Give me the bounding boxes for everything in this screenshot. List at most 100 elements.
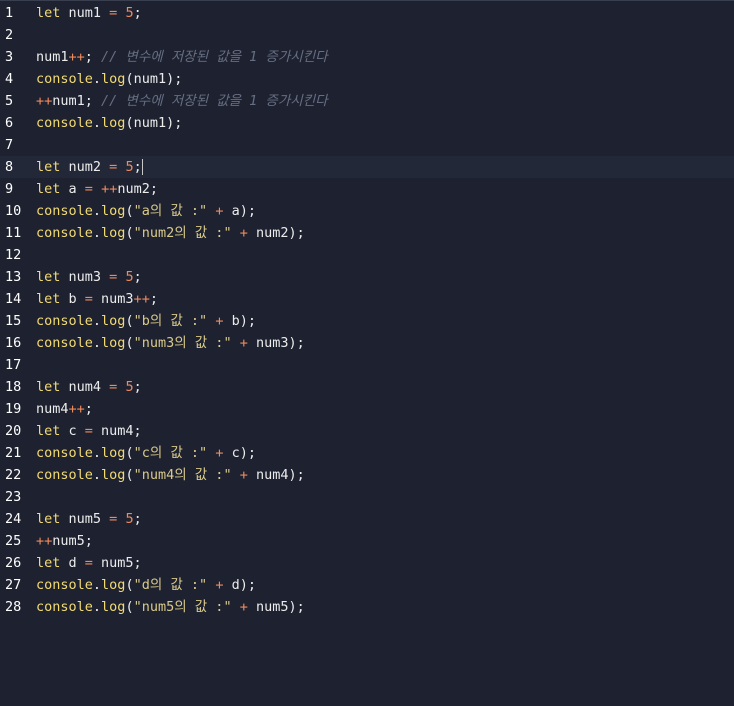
- code-text[interactable]: ++num1; // 변수에 저장된 값을 1 증가시킨다: [36, 90, 328, 112]
- code-token: (: [125, 577, 134, 593]
- code-line[interactable]: 11 console.log("num2의 값 :" + num2);: [0, 222, 734, 244]
- code-token: // 변수에 저장된 값을 1 증가시킨다: [101, 93, 328, 109]
- code-line[interactable]: 26 let d = num5;: [0, 552, 734, 574]
- code-line[interactable]: 5 ++num1; // 변수에 저장된 값을 1 증가시킨다: [0, 90, 734, 112]
- code-line[interactable]: 15 console.log("b의 값 :" + b);: [0, 310, 734, 332]
- code-text[interactable]: console.log("a의 값 :" + a);: [36, 200, 256, 222]
- code-token: .: [92, 203, 102, 219]
- code-token: 5: [125, 269, 134, 285]
- code-text[interactable]: num1++; // 변수에 저장된 값을 1 증가시킨다: [36, 46, 328, 68]
- code-token: +: [239, 335, 248, 351]
- code-token: .: [92, 225, 102, 241]
- code-token: (: [125, 445, 134, 461]
- code-token: ++: [101, 181, 118, 197]
- code-line[interactable]: 8 let num2 = 5;: [0, 156, 734, 178]
- code-token: c: [60, 423, 85, 439]
- code-text[interactable]: num4++;: [36, 398, 93, 420]
- code-token: log: [101, 445, 126, 461]
- code-line[interactable]: 25 ++num5;: [0, 530, 734, 552]
- code-text[interactable]: let b = num3++;: [36, 288, 158, 310]
- code-text[interactable]: console.log("c의 값 :" + c);: [36, 442, 256, 464]
- code-token: ;: [149, 291, 158, 307]
- code-lines[interactable]: 1 let num1 = 5; 2 3 num1++; // 변수에 저장된 값을 1 …: [0, 2, 734, 618]
- code-text[interactable]: console.log(num1);: [36, 112, 182, 134]
- code-token: .: [92, 313, 102, 329]
- code-text[interactable]: let num3 = 5;: [36, 266, 142, 288]
- code-line[interactable]: 14 let b = num3++;: [0, 288, 734, 310]
- code-token: =: [84, 423, 93, 439]
- code-line[interactable]: 17: [0, 354, 734, 376]
- code-editor[interactable]: 1 let num1 = 5; 2 3 num1++; // 변수에 저장된 값을 1 …: [0, 0, 734, 706]
- code-text[interactable]: let num4 = 5;: [36, 376, 142, 398]
- code-line[interactable]: 12: [0, 244, 734, 266]
- code-token: log: [101, 313, 126, 329]
- code-token: "a의 값 :": [133, 203, 208, 219]
- code-text[interactable]: let num2 = 5;: [36, 156, 143, 178]
- code-token: (: [125, 203, 134, 219]
- code-line[interactable]: 23: [0, 486, 734, 508]
- code-text[interactable]: let d = num5;: [36, 552, 142, 574]
- code-token: .: [92, 445, 102, 461]
- code-token: d);: [223, 577, 256, 593]
- code-token: "num3의 값 :": [133, 335, 232, 351]
- code-token: "b의 값 :": [133, 313, 208, 329]
- code-line[interactable]: 24 let num5 = 5;: [0, 508, 734, 530]
- text-cursor: [141, 159, 143, 175]
- code-text[interactable]: console.log("d의 값 :" + d);: [36, 574, 256, 596]
- code-line[interactable]: 21 console.log("c의 값 :" + c);: [0, 442, 734, 464]
- code-token: num4;: [92, 423, 142, 439]
- code-token: ++: [133, 291, 150, 307]
- code-token: =: [84, 291, 93, 307]
- code-token: ;: [133, 379, 142, 395]
- code-token: ;: [84, 93, 102, 109]
- code-line[interactable]: 19 num4++;: [0, 398, 734, 420]
- line-number: 7: [5, 137, 14, 153]
- code-token: .: [92, 467, 102, 483]
- code-line[interactable]: 3 num1++; // 변수에 저장된 값을 1 증가시킨다: [0, 46, 734, 68]
- code-text[interactable]: console.log("num3의 값 :" + num3);: [36, 332, 305, 354]
- code-token: b: [60, 291, 85, 307]
- code-line[interactable]: 20 let c = num4;: [0, 420, 734, 442]
- code-token: num5: [60, 511, 110, 527]
- code-line[interactable]: 1 let num1 = 5;: [0, 2, 734, 24]
- code-line[interactable]: 4 console.log(num1);: [0, 68, 734, 90]
- line-number: 19: [5, 401, 22, 417]
- line-number: 14: [5, 291, 22, 307]
- code-line[interactable]: 22 console.log("num4의 값 :" + num4);: [0, 464, 734, 486]
- code-token: +: [239, 599, 248, 615]
- code-line[interactable]: 13 let num3 = 5;: [0, 266, 734, 288]
- code-line[interactable]: 10 console.log("a의 값 :" + a);: [0, 200, 734, 222]
- code-line[interactable]: 7: [0, 134, 734, 156]
- code-text[interactable]: console.log("num5의 값 :" + num5);: [36, 596, 305, 618]
- line-number: 6: [5, 115, 14, 131]
- code-token: 5: [125, 159, 134, 175]
- code-text[interactable]: console.log("num4의 값 :" + num4);: [36, 464, 305, 486]
- line-number: 16: [5, 335, 22, 351]
- code-text[interactable]: ++num5;: [36, 530, 93, 552]
- code-token: let: [36, 269, 61, 285]
- code-line[interactable]: 28 console.log("num5의 값 :" + num5);: [0, 596, 734, 618]
- code-text[interactable]: let num5 = 5;: [36, 508, 142, 530]
- code-token: ;: [133, 511, 142, 527]
- code-token: a);: [223, 203, 256, 219]
- code-text[interactable]: let num1 = 5;: [36, 2, 142, 24]
- code-line[interactable]: 27 console.log("d의 값 :" + d);: [0, 574, 734, 596]
- code-token: 5: [125, 379, 134, 395]
- code-text[interactable]: console.log(num1);: [36, 68, 182, 90]
- code-line[interactable]: 16 console.log("num3의 값 :" + num3);: [0, 332, 734, 354]
- code-text[interactable]: console.log("b의 값 :" + b);: [36, 310, 256, 332]
- code-text[interactable]: console.log("num2의 값 :" + num2);: [36, 222, 305, 244]
- code-token: num5;: [52, 533, 93, 549]
- code-text[interactable]: let c = num4;: [36, 420, 142, 442]
- code-line[interactable]: 6 console.log(num1);: [0, 112, 734, 134]
- code-line[interactable]: 2: [0, 24, 734, 46]
- code-text[interactable]: let a = ++num2;: [36, 178, 158, 200]
- code-token: ++: [68, 401, 85, 417]
- code-token: ;: [133, 269, 142, 285]
- code-token: log: [101, 225, 126, 241]
- code-line[interactable]: 18 let num4 = 5;: [0, 376, 734, 398]
- code-line[interactable]: 9 let a = ++num2;: [0, 178, 734, 200]
- line-number: 26: [5, 555, 22, 571]
